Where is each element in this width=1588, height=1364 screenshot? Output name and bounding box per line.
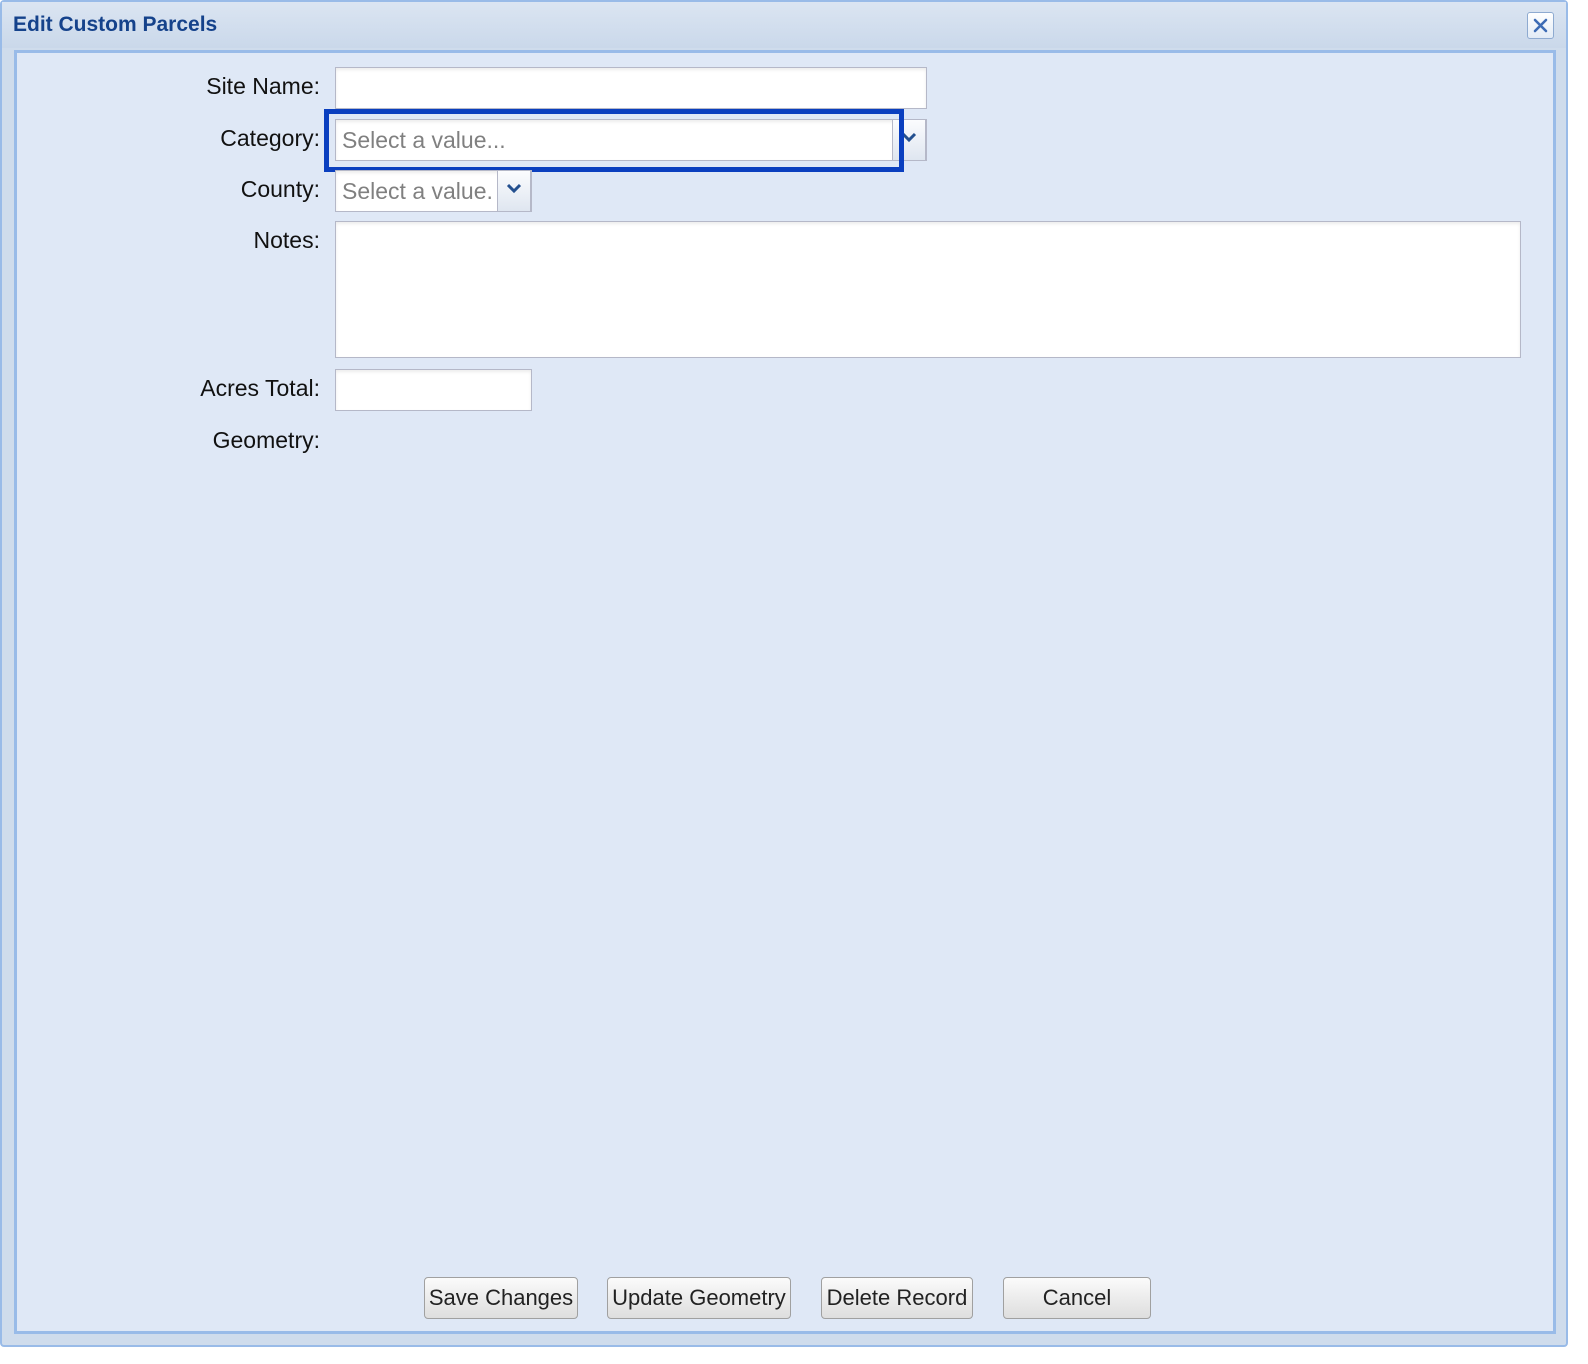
notes-textarea[interactable] [335,221,1521,358]
edit-custom-parcels-dialog: Edit Custom Parcels Site Name: Category:… [0,0,1568,1347]
update-geometry-button[interactable]: Update Geometry [607,1277,791,1319]
county-label: County: [240,176,320,202]
site-name-label: Site Name: [206,73,320,99]
category-combo[interactable]: Select a value... [335,119,927,161]
dialog-titlebar[interactable]: Edit Custom Parcels [2,2,1566,48]
category-dropdown-trigger[interactable] [892,119,926,161]
form-panel: Site Name: Category: Select a value... C… [14,50,1556,1334]
chevron-down-icon [506,183,522,194]
save-changes-button[interactable]: Save Changes [424,1277,578,1319]
geometry-label: Geometry: [212,427,320,453]
close-icon [1533,18,1548,33]
dialog-title: Edit Custom Parcels [13,13,218,36]
county-dropdown-trigger[interactable] [497,170,531,212]
site-name-input[interactable] [335,67,927,109]
acres-total-input[interactable] [335,369,532,411]
county-combo[interactable]: Select a value... [335,170,532,212]
chevron-down-icon [901,132,917,143]
notes-label: Notes: [253,227,320,253]
acres-total-label: Acres Total: [200,375,320,401]
county-placeholder: Select a value... [342,178,492,204]
delete-record-button[interactable]: Delete Record [821,1277,973,1319]
category-placeholder: Select a value... [342,127,506,153]
close-button[interactable] [1527,12,1554,39]
category-label: Category: [220,125,320,151]
cancel-button[interactable]: Cancel [1003,1277,1151,1319]
